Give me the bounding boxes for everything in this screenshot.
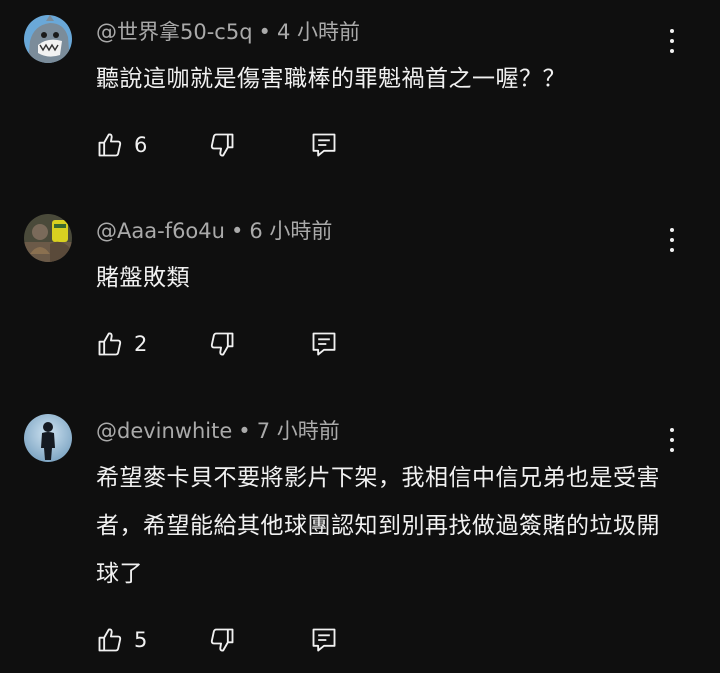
- shark-avatar-icon: [24, 15, 72, 63]
- dislike-button[interactable]: [208, 129, 236, 161]
- separator-dot: •: [230, 219, 244, 243]
- like-button[interactable]: 6: [96, 129, 147, 161]
- comment-time[interactable]: 4 小時前: [277, 20, 360, 44]
- comment-author[interactable]: @Aaa-f6o4u: [96, 219, 225, 243]
- thumb-down-icon: [210, 332, 234, 356]
- thumb-up-icon: [98, 332, 122, 356]
- reply-icon: [312, 133, 336, 157]
- like-count: 6: [134, 133, 148, 157]
- comment-text: 希望麥卡貝不要將影片下架，我相信中信兄弟也是受害者，希望能給其他球團認知到別再找…: [96, 465, 660, 587]
- avatar[interactable]: [24, 15, 72, 63]
- photo-avatar-icon: [24, 214, 72, 262]
- comment-header: @世界拿50-c5q • 4 小時前: [96, 17, 360, 47]
- separator-dot: •: [258, 20, 271, 44]
- reply-button[interactable]: [310, 328, 338, 360]
- comment-time[interactable]: 7 小時前: [257, 419, 340, 443]
- like-count: 2: [134, 332, 148, 356]
- dislike-button[interactable]: [208, 624, 236, 656]
- comment-time[interactable]: 6 小時前: [249, 219, 332, 243]
- thumb-up-icon: [98, 133, 122, 157]
- comment-header: @Aaa-f6o4u • 6 小時前: [96, 216, 332, 246]
- avatar[interactable]: [24, 414, 72, 462]
- comment-text: 賭盤敗類: [96, 265, 190, 291]
- like-count: 5: [134, 628, 148, 652]
- reply-button[interactable]: [310, 624, 338, 656]
- separator-dot: •: [238, 419, 251, 443]
- comment-author[interactable]: @devinwhite: [96, 419, 232, 443]
- avatar[interactable]: [24, 214, 72, 262]
- more-vert-icon[interactable]: [660, 428, 684, 452]
- thumb-down-icon: [210, 628, 234, 652]
- comment-header: @devinwhite • 7 小時前: [96, 416, 340, 446]
- more-vert-icon[interactable]: [660, 228, 684, 252]
- thumb-down-icon: [210, 133, 234, 157]
- comment-author[interactable]: @世界拿50-c5q: [96, 20, 253, 44]
- reply-button[interactable]: [310, 129, 338, 161]
- like-button[interactable]: 5: [96, 624, 147, 656]
- reply-icon: [312, 628, 336, 652]
- like-button[interactable]: 2: [96, 328, 147, 360]
- reply-icon: [312, 332, 336, 356]
- dislike-button[interactable]: [208, 328, 236, 360]
- thumb-up-icon: [98, 628, 122, 652]
- comment-text: 聽說這咖就是傷害職棒的罪魁禍首之一喔？？: [96, 66, 566, 92]
- more-vert-icon[interactable]: [660, 29, 684, 53]
- silhouette-avatar-icon: [24, 414, 72, 462]
